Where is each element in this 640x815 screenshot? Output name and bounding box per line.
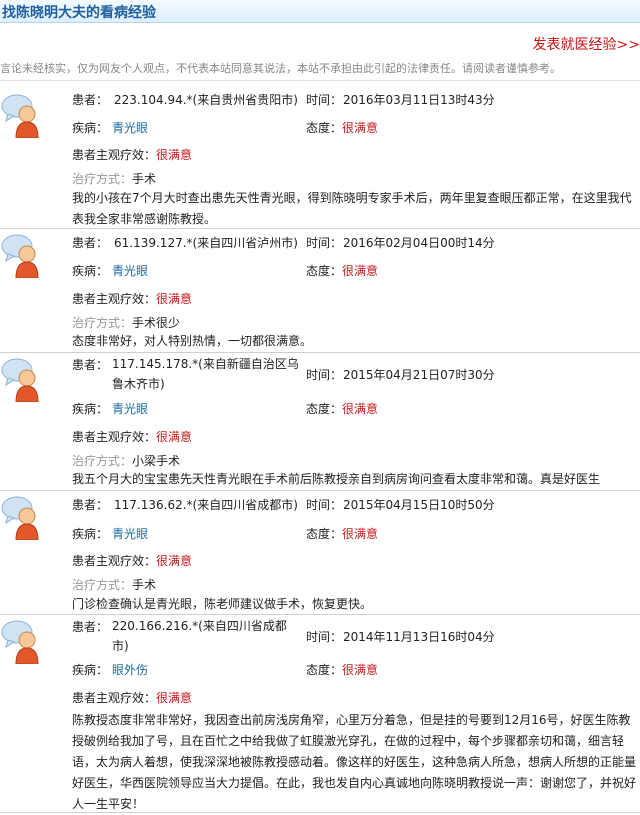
disclaimer: 言论未经核实，仅为网友个人观点，不代表本站同意其说法，本站不承担由此引起的法律责… <box>0 62 561 75</box>
post-experience-link[interactable]: 发表就医经验>> <box>533 34 640 54</box>
effect-label: 患者主观疗效： <box>72 691 157 705</box>
time-label: 时间： <box>306 368 343 382</box>
disease-label: 疾病： <box>72 663 109 677</box>
disease-link[interactable]: 青光眼 <box>112 119 148 136</box>
attitude-value: 很满意 <box>342 527 379 541</box>
treatment-label: 治疗方式： <box>72 316 133 330</box>
effect-value: 很满意 <box>156 148 193 162</box>
user-avatar-icon <box>1 94 39 138</box>
user-avatar-icon <box>1 496 39 540</box>
effect-value: 很满意 <box>156 691 193 705</box>
user-avatar-icon <box>1 620 39 664</box>
patient-label: 患者： <box>72 236 109 250</box>
patient-label: 患者： <box>72 620 109 634</box>
attitude-value: 很满意 <box>342 264 379 278</box>
review-text: 门诊检查确认是青光眼，陈老师建议做手术，恢复更快。 <box>72 597 373 611</box>
effect-value: 很满意 <box>156 430 193 444</box>
time-label: 时间： <box>306 93 343 107</box>
review-text: 我五个月大的宝宝患先天性青光眼在手术前后陈教授亲自到病房询问查看太度非常和蔼。真… <box>72 472 601 486</box>
effect-label: 患者主观疗效： <box>72 292 157 306</box>
attitude-value: 很满意 <box>342 663 379 677</box>
treatment-value: 手术 <box>132 578 157 592</box>
time-value: 2015年04月21日07时30分 <box>343 368 495 382</box>
divider <box>0 80 640 81</box>
review-item: 患者： 117.145.178.*(来自新疆自治区乌鲁木齐市) 时间： 2015… <box>0 352 640 491</box>
attitude-value: 很满意 <box>342 402 379 416</box>
patient-value: 220.166.216.*(来自四川省成都市) <box>112 619 287 653</box>
treatment-label: 治疗方式： <box>72 172 133 186</box>
effect-value: 很满意 <box>156 554 193 568</box>
page-header: 找陈晓明大夫的看病经验 <box>0 0 640 23</box>
effect-label: 患者主观疗效： <box>72 554 157 568</box>
treatment-label: 治疗方式： <box>72 578 133 592</box>
treatment-value: 手术 <box>132 172 157 186</box>
disease-label: 疾病： <box>72 402 109 416</box>
patient-label: 患者： <box>72 93 109 107</box>
treatment-value: 小梁手术 <box>132 454 181 468</box>
page-title: 找陈晓明大夫的看病经验 <box>2 5 156 21</box>
disease-link[interactable]: 眼外伤 <box>112 661 148 678</box>
time-value: 2014年11月13日16时04分 <box>343 630 495 644</box>
time-value: 2015年04月15日10时50分 <box>343 498 495 512</box>
treatment-value: 手术很少 <box>132 316 181 330</box>
review-item: 患者： 223.104.94.*(来自贵州省贵阳市) 时间： 2016年03月1… <box>0 88 640 229</box>
attitude-label: 态度： <box>306 121 343 135</box>
patient-label: 患者： <box>72 358 109 372</box>
review-text: 态度非常好，对人特别热情，一切都很满意。 <box>72 334 313 348</box>
disease-link[interactable]: 青光眼 <box>112 400 148 417</box>
disease-link[interactable]: 青光眼 <box>112 262 148 279</box>
attitude-label: 态度： <box>306 527 343 541</box>
attitude-value: 很满意 <box>342 121 379 135</box>
user-avatar-icon <box>1 358 39 402</box>
review-item: 患者： 220.166.216.*(来自四川省成都市) 时间： 2014年11月… <box>0 614 640 813</box>
patient-value: 61.139.127.*(来自四川省泸州市) <box>114 236 298 250</box>
time-value: 2016年02月04日00时14分 <box>343 236 495 250</box>
time-label: 时间： <box>306 236 343 250</box>
disease-label: 疾病： <box>72 527 109 541</box>
patient-label: 患者： <box>72 498 109 512</box>
treatment-label: 治疗方式： <box>72 454 133 468</box>
attitude-label: 态度： <box>306 663 343 677</box>
review-text: 我的小孩在7个月大时查出患先天性青光眼，得到陈晓明专家手术后，两年里复查眼压都正… <box>72 191 632 226</box>
attitude-label: 态度： <box>306 264 343 278</box>
user-avatar-icon <box>1 234 39 278</box>
patient-value: 117.136.62.*(来自四川省成都市) <box>114 498 298 512</box>
effect-value: 很满意 <box>156 292 193 306</box>
review-item: 患者： 61.139.127.*(来自四川省泸州市) 时间： 2016年02月0… <box>0 228 640 353</box>
disease-label: 疾病： <box>72 264 109 278</box>
time-label: 时间： <box>306 498 343 512</box>
disease-label: 疾病： <box>72 121 109 135</box>
time-value: 2016年03月11日13时43分 <box>343 93 495 107</box>
attitude-label: 态度： <box>306 402 343 416</box>
review-item: 患者： 117.136.62.*(来自四川省成都市) 时间： 2015年04月1… <box>0 490 640 615</box>
time-label: 时间： <box>306 630 343 644</box>
disease-link[interactable]: 青光眼 <box>112 525 148 542</box>
patient-value: 223.104.94.*(来自贵州省贵阳市) <box>114 93 298 107</box>
effect-label: 患者主观疗效： <box>72 430 157 444</box>
review-text: 陈教授态度非常非常好，我因查出前房浅房角窄，心里万分着急，但是挂的号要到12月1… <box>72 713 637 811</box>
patient-value: 117.145.178.*(来自新疆自治区乌鲁木齐市) <box>112 357 299 391</box>
effect-label: 患者主观疗效： <box>72 148 157 162</box>
